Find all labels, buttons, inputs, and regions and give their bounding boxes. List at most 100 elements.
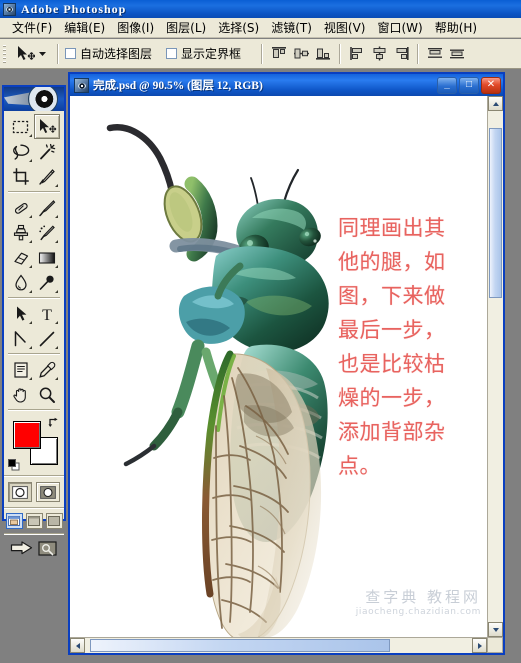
standard-screen-mode-button[interactable] (5, 513, 23, 529)
type-tool[interactable]: T (34, 301, 60, 326)
eyedropper-tool[interactable] (34, 357, 60, 382)
lasso-tool[interactable] (8, 139, 34, 164)
align-left-edges-icon (349, 47, 362, 60)
full-screen-with-menubar-button[interactable] (25, 513, 43, 529)
auto-select-layer-checkbox[interactable] (65, 48, 76, 59)
scroll-up-button[interactable] (488, 96, 503, 111)
flyout-triangle-icon (26, 346, 32, 349)
close-button[interactable]: ✕ (481, 76, 501, 94)
document-icon (74, 77, 89, 93)
slice-tool[interactable] (34, 164, 60, 189)
align-buttons-group (269, 44, 333, 64)
document-title-bar[interactable]: 完成.psd @ 90.5% (图层 12, RGB) _ □ ✕ (70, 74, 503, 96)
flyout-triangle-icon (26, 290, 32, 293)
flyout-triangle-icon (26, 134, 32, 137)
magic-wand-tool[interactable] (34, 139, 60, 164)
quick-mask-mode-button[interactable] (36, 482, 60, 502)
toolbox-header-banner[interactable] (4, 87, 64, 111)
rectangular-marquee-tool[interactable] (8, 114, 34, 139)
distribute-top-edges-button[interactable] (425, 44, 445, 64)
toolbox-separator-2 (8, 297, 60, 299)
vertical-scroll-thumb[interactable] (489, 128, 502, 298)
scroll-down-button[interactable] (488, 622, 503, 637)
menu-image[interactable]: 图像(I) (111, 17, 160, 38)
blur-tool[interactable] (8, 270, 34, 295)
menu-file[interactable]: 文件(F) (6, 17, 58, 38)
default-colors-icon[interactable] (8, 459, 20, 471)
healing-brush-tool[interactable] (8, 195, 34, 220)
align-bottom-edges-button[interactable] (313, 44, 333, 64)
menu-bar: 文件(F) 编辑(E) 图像(I) 图层(L) 选择(S) 滤镜(T) 视图(V… (0, 18, 521, 38)
scrollbar-corner (487, 637, 503, 653)
align-top-edges-button[interactable] (269, 44, 289, 64)
options-separator-3 (339, 43, 342, 64)
scroll-left-button[interactable] (70, 638, 85, 653)
show-bounding-box-option[interactable]: 显示定界框 (166, 45, 241, 62)
menu-view[interactable]: 视图(V) (318, 17, 372, 38)
pen-tool[interactable] (8, 326, 34, 351)
color-swatches-area (4, 415, 64, 473)
hand-icon (13, 387, 26, 403)
jump-to-imageready-icon[interactable] (10, 540, 34, 558)
gradient-tool[interactable] (34, 245, 60, 270)
clone-stamp-tool[interactable] (8, 220, 34, 245)
notes-tool[interactable] (8, 357, 34, 382)
maximize-button[interactable]: □ (459, 76, 479, 94)
menu-select[interactable]: 选择(S) (212, 17, 265, 38)
vertical-scrollbar[interactable] (487, 96, 503, 637)
menu-layer[interactable]: 图层(L) (160, 17, 212, 38)
flyout-triangle-icon (52, 290, 58, 293)
align-vertical-centers-button[interactable] (291, 44, 311, 64)
crop-tool[interactable] (8, 164, 34, 189)
brush-tool[interactable] (34, 195, 60, 220)
options-bar-grip[interactable] (2, 42, 8, 65)
flyout-triangle-icon (26, 159, 32, 162)
mask-mode-row (4, 479, 64, 505)
watermark-site-name: 查字典 教程网 (365, 588, 481, 606)
distribute-buttons-group (425, 44, 467, 64)
standard-mode-button[interactable] (8, 482, 32, 502)
line-tool[interactable] (34, 326, 60, 351)
distribute-vertical-centers-button[interactable] (447, 44, 467, 64)
photoshop-icon (3, 2, 16, 16)
menu-window[interactable]: 窗口(W) (371, 17, 428, 38)
menu-help[interactable]: 帮助(H) (429, 17, 483, 38)
toolbox-separator-6 (4, 507, 64, 509)
horizontal-scroll-thumb[interactable] (90, 639, 390, 652)
horizontal-scrollbar[interactable] (70, 637, 487, 653)
distribute-vertical-centers-icon (449, 49, 464, 59)
toolbox-palette: T (2, 85, 66, 556)
tool-grid: T (4, 111, 64, 413)
show-bounding-box-checkbox[interactable] (166, 48, 178, 59)
menu-filter[interactable]: 滤镜(T) (265, 17, 318, 38)
align-right-edges-button[interactable] (391, 44, 411, 64)
zoom-tool[interactable] (34, 382, 60, 407)
history-brush-tool[interactable] (34, 220, 60, 245)
swap-colors-icon[interactable] (48, 416, 60, 428)
photoshop-eye-logo-icon (28, 87, 58, 111)
align-horizontal-centers-button[interactable] (369, 44, 389, 64)
svg-text:T: T (42, 307, 52, 324)
path-selection-tool[interactable] (8, 301, 34, 326)
menu-edit[interactable]: 编辑(E) (58, 17, 111, 38)
magic-wand-icon (40, 143, 56, 159)
active-tool-preview[interactable] (11, 44, 51, 64)
canvas-area[interactable]: 同理画出其他的腿，如图，下来做最后一步，也是比较枯燥的一步，添加背部杂点。 查字… (70, 96, 487, 637)
jump-preview-icon[interactable] (38, 540, 58, 558)
align-left-edges-button[interactable] (347, 44, 367, 64)
full-screen-mode-button[interactable] (45, 513, 63, 529)
minimize-button[interactable]: _ (437, 76, 457, 94)
flyout-triangle-icon (26, 265, 32, 268)
flyout-triangle-icon (26, 321, 32, 324)
eraser-tool[interactable] (8, 245, 34, 270)
chevron-down-icon[interactable] (38, 49, 47, 58)
zoom-magnifier-icon (39, 387, 55, 403)
foreground-color-swatch[interactable] (13, 421, 41, 449)
arrow-right-icon (477, 642, 482, 649)
scroll-right-button[interactable] (472, 638, 487, 653)
hand-tool[interactable] (8, 382, 34, 407)
flyout-triangle-icon (52, 321, 58, 324)
dodge-tool[interactable] (34, 270, 60, 295)
move-tool[interactable] (34, 114, 60, 139)
auto-select-layer-option[interactable]: 自动选择图层 (65, 45, 152, 62)
